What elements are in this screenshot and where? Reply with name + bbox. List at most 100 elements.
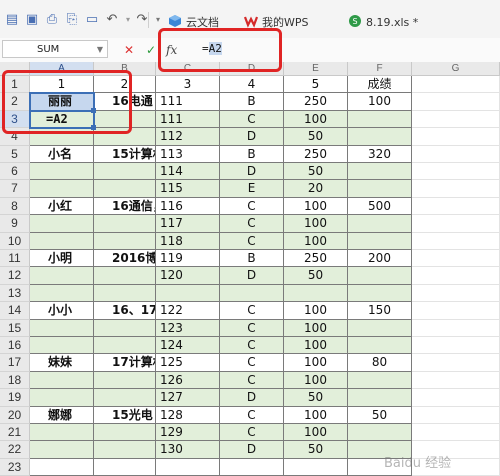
cell-c17[interactable]: 125 bbox=[156, 354, 220, 372]
cell-c12[interactable]: 120 bbox=[156, 267, 220, 285]
cell-e18[interactable]: 100 bbox=[284, 371, 348, 390]
spreadsheet-grid[interactable]: A B C D E F G 1 1 2 3 4 5 成绩 2 丽丽 16电通 111 B 250 100 3 =A2 111 C… bbox=[0, 62, 500, 476]
row-header-20[interactable]: 20 bbox=[0, 406, 30, 424]
row-header-15[interactable]: 15 bbox=[0, 319, 30, 337]
cell-a4[interactable] bbox=[30, 128, 94, 146]
cell-a16[interactable] bbox=[30, 337, 94, 355]
tab-my-wps[interactable]: 我的WPS bbox=[244, 13, 309, 33]
column-header-c[interactable]: C bbox=[156, 62, 220, 76]
row-header-18[interactable]: 18 bbox=[0, 371, 30, 390]
cell-d3[interactable]: C bbox=[220, 110, 284, 129]
cell-e7[interactable]: 20 bbox=[284, 180, 348, 198]
cell-d16[interactable]: C bbox=[220, 337, 284, 355]
cell-g20[interactable] bbox=[412, 406, 500, 424]
cell-f9[interactable] bbox=[348, 215, 412, 233]
column-header-g[interactable]: G bbox=[412, 62, 500, 76]
cell-c10[interactable]: 118 bbox=[156, 232, 220, 250]
cell-g8[interactable] bbox=[412, 197, 500, 216]
cell-f11[interactable]: 200 bbox=[348, 250, 412, 268]
cell-a11[interactable]: 小明 bbox=[30, 250, 94, 268]
cell-b1[interactable]: 2 bbox=[94, 76, 156, 94]
cell-c7[interactable]: 115 bbox=[156, 180, 220, 198]
formula-input[interactable]: =A2 bbox=[202, 40, 500, 58]
cell-b16[interactable] bbox=[94, 337, 156, 355]
cell-g9[interactable] bbox=[412, 215, 500, 233]
cell-e4[interactable]: 50 bbox=[284, 128, 348, 146]
cell-d19[interactable]: D bbox=[220, 389, 284, 407]
cell-f19[interactable] bbox=[348, 389, 412, 407]
cell-d4[interactable]: D bbox=[220, 128, 284, 146]
cell-e12[interactable]: 50 bbox=[284, 267, 348, 285]
cell-c15[interactable]: 123 bbox=[156, 319, 220, 337]
print-preview-icon[interactable]: ⎙ bbox=[44, 12, 60, 28]
row-header-7[interactable]: 7 bbox=[0, 180, 30, 198]
cell-b19[interactable] bbox=[94, 389, 156, 407]
row-header-21[interactable]: 21 bbox=[0, 424, 30, 442]
row-header-8[interactable]: 8 bbox=[0, 197, 30, 216]
cell-a22[interactable] bbox=[30, 441, 94, 459]
cell-b9[interactable] bbox=[94, 215, 156, 233]
column-header-a[interactable]: A bbox=[30, 62, 94, 76]
cell-d14[interactable]: C bbox=[220, 302, 284, 320]
cell-b11[interactable]: 2016博士 bbox=[94, 250, 156, 268]
column-header-e[interactable]: E bbox=[284, 62, 348, 76]
cell-d22[interactable]: D bbox=[220, 441, 284, 459]
cell-a8[interactable]: 小红 bbox=[30, 197, 94, 216]
cell-c11[interactable]: 119 bbox=[156, 250, 220, 268]
cell-f20[interactable]: 50 bbox=[348, 406, 412, 424]
cell-a2[interactable]: 丽丽 bbox=[30, 93, 94, 111]
export-icon[interactable]: ▭ bbox=[84, 12, 100, 28]
cell-e23[interactable] bbox=[284, 458, 348, 476]
row-header-10[interactable]: 10 bbox=[0, 232, 30, 250]
cell-a18[interactable] bbox=[30, 371, 94, 390]
column-header-b[interactable]: B bbox=[94, 62, 156, 76]
cell-c20[interactable]: 128 bbox=[156, 406, 220, 424]
cell-d8[interactable]: C bbox=[220, 197, 284, 216]
cell-g14[interactable] bbox=[412, 302, 500, 320]
cell-d10[interactable]: C bbox=[220, 232, 284, 250]
cell-f1[interactable]: 成绩 bbox=[348, 76, 412, 94]
cell-f16[interactable] bbox=[348, 337, 412, 355]
cell-b23[interactable] bbox=[94, 458, 156, 476]
cell-g6[interactable] bbox=[412, 163, 500, 181]
cell-g17[interactable] bbox=[412, 354, 500, 372]
cell-e16[interactable]: 100 bbox=[284, 337, 348, 355]
cell-f18[interactable] bbox=[348, 371, 412, 390]
row-header-22[interactable]: 22 bbox=[0, 441, 30, 459]
cell-g18[interactable] bbox=[412, 371, 500, 390]
cell-e10[interactable]: 100 bbox=[284, 232, 348, 250]
cell-c5[interactable]: 113 bbox=[156, 145, 220, 163]
cell-d11[interactable]: B bbox=[220, 250, 284, 268]
cell-d23[interactable] bbox=[220, 458, 284, 476]
file-icon[interactable]: ▤ bbox=[4, 12, 20, 28]
cell-g10[interactable] bbox=[412, 232, 500, 250]
cell-e9[interactable]: 100 bbox=[284, 215, 348, 233]
cell-a6[interactable] bbox=[30, 163, 94, 181]
cell-a19[interactable] bbox=[30, 389, 94, 407]
cell-c19[interactable]: 127 bbox=[156, 389, 220, 407]
cell-f7[interactable] bbox=[348, 180, 412, 198]
row-header-17[interactable]: 17 bbox=[0, 354, 30, 372]
row-header-1[interactable]: 1 bbox=[0, 76, 30, 94]
cell-d20[interactable]: C bbox=[220, 406, 284, 424]
cell-c22[interactable]: 130 bbox=[156, 441, 220, 459]
column-header-d[interactable]: D bbox=[220, 62, 284, 76]
cell-f6[interactable] bbox=[348, 163, 412, 181]
cell-b18[interactable] bbox=[94, 371, 156, 390]
cell-b12[interactable] bbox=[94, 267, 156, 285]
cell-d7[interactable]: E bbox=[220, 180, 284, 198]
cell-e13[interactable] bbox=[284, 284, 348, 303]
cell-e17[interactable]: 100 bbox=[284, 354, 348, 372]
select-all-corner[interactable] bbox=[0, 62, 30, 76]
cell-c23[interactable] bbox=[156, 458, 220, 476]
cell-c18[interactable]: 126 bbox=[156, 371, 220, 390]
cell-e20[interactable]: 100 bbox=[284, 406, 348, 424]
cell-b14[interactable]: 16、17、 bbox=[94, 302, 156, 320]
cell-a1[interactable]: 1 bbox=[30, 76, 94, 94]
row-header-19[interactable]: 19 bbox=[0, 389, 30, 407]
cell-f4[interactable] bbox=[348, 128, 412, 146]
cell-g3[interactable] bbox=[412, 110, 500, 129]
cell-c9[interactable]: 117 bbox=[156, 215, 220, 233]
row-header-23[interactable]: 23 bbox=[0, 458, 30, 476]
insert-function-icon[interactable]: fx bbox=[166, 41, 177, 59]
